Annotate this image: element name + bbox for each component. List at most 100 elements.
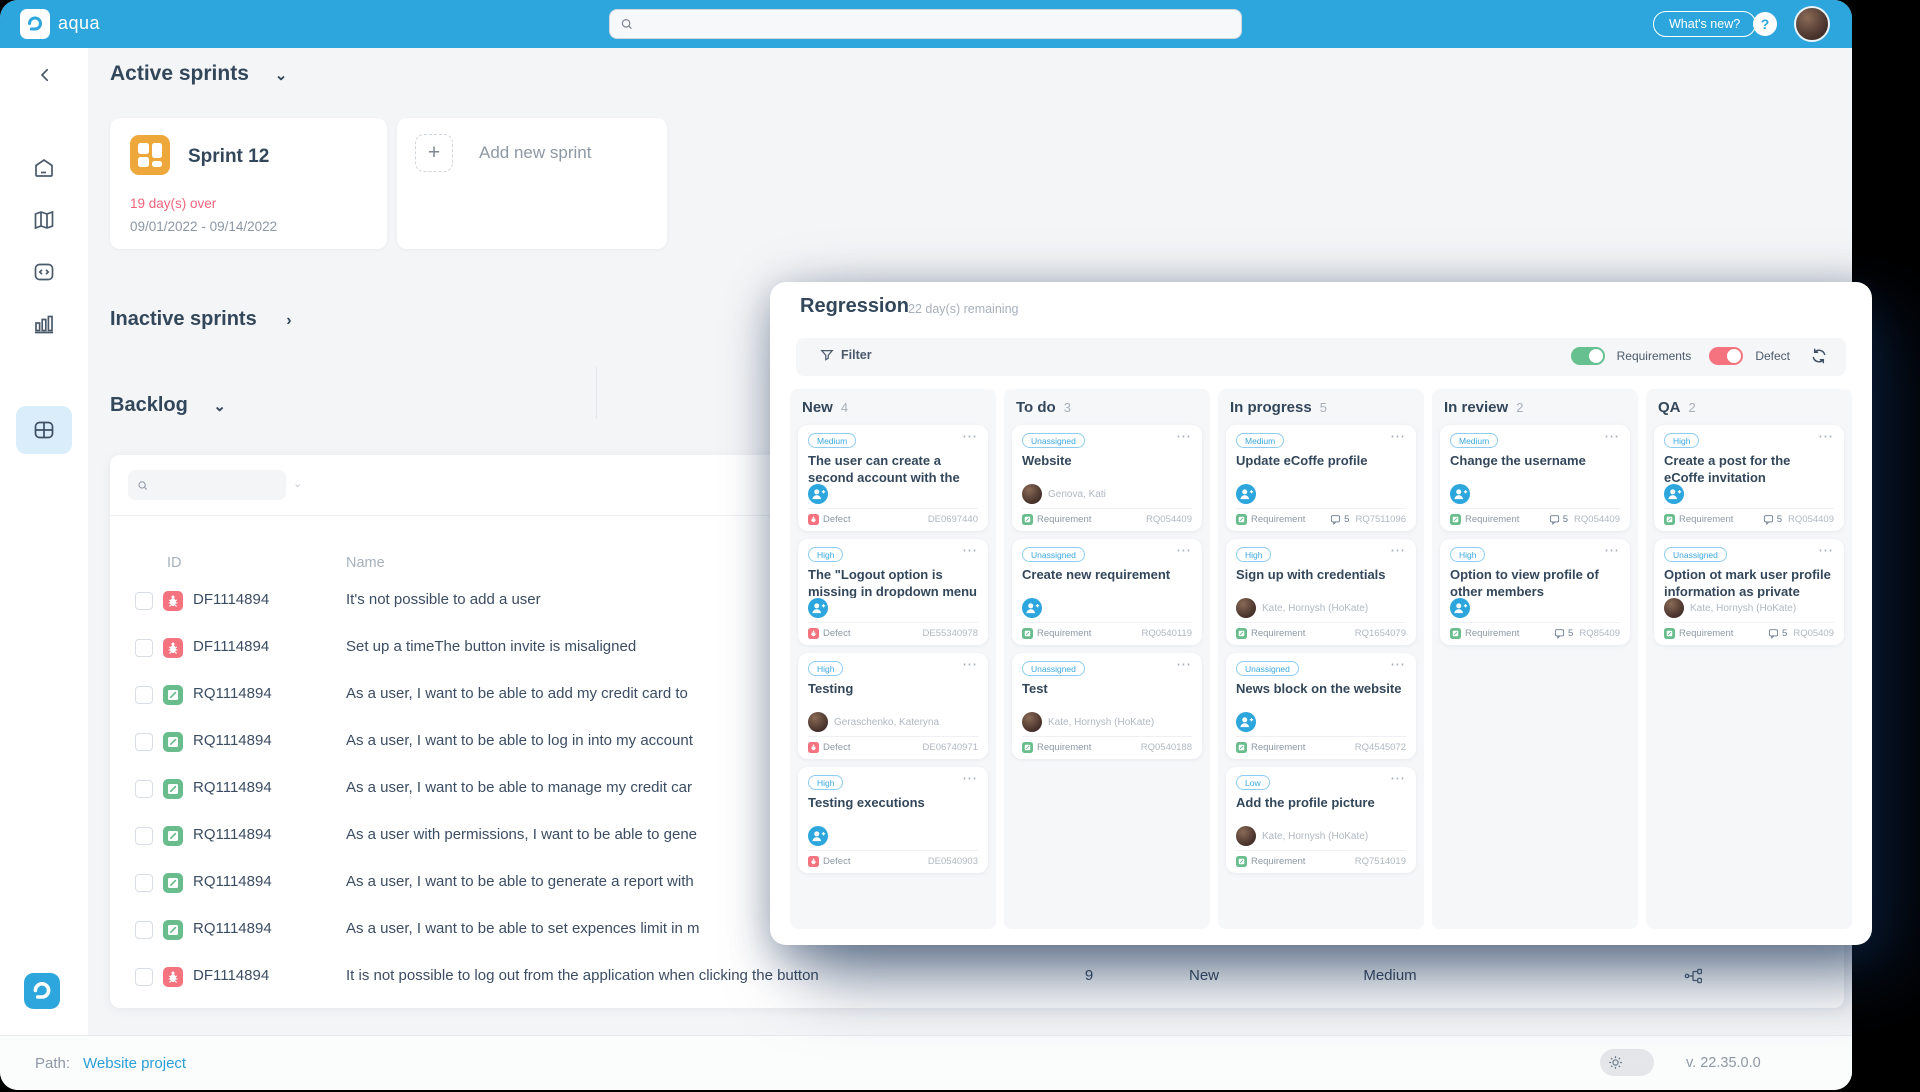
card-assignee: Geraschenko, Kateryna	[808, 712, 978, 732]
card-menu-icon[interactable]: ⋯	[962, 655, 978, 673]
kanban-card[interactable]: High ⋯ The "Logout option is missing in …	[798, 539, 988, 645]
card-id: DE55340978	[923, 628, 978, 639]
assign-user-icon[interactable]	[1664, 484, 1684, 504]
kanban-card[interactable]: High ⋯ Sign up with credentials Kate, Ho…	[1226, 539, 1416, 645]
collapse-sidebar-icon[interactable]	[36, 66, 54, 84]
backlog-search-input[interactable]	[154, 478, 277, 492]
global-search-input[interactable]	[642, 17, 1232, 32]
kanban-card[interactable]: Unassigned ⋯ Create new requirement Requ…	[1012, 539, 1202, 645]
code-icon[interactable]	[32, 260, 56, 284]
kanban-card[interactable]: Medium ⋯ Update eCoffe profile Requireme…	[1226, 425, 1416, 531]
kanban-card[interactable]: High ⋯ Option to view profile of other m…	[1440, 539, 1630, 645]
card-menu-icon[interactable]: ⋯	[1604, 427, 1620, 445]
add-new-sprint-button[interactable]: + Add new sprint	[397, 118, 667, 249]
card-menu-icon[interactable]: ⋯	[1390, 541, 1406, 559]
row-checkbox[interactable]	[135, 780, 153, 798]
assign-user-icon[interactable]	[808, 826, 828, 846]
kanban-card[interactable]: High ⋯ Testing Geraschenko, Kateryna Def…	[798, 653, 988, 759]
card-footer: Requirement RQ4545072	[1236, 736, 1406, 753]
column-name: QA	[1658, 399, 1681, 416]
card-id: DE0697440	[928, 514, 978, 525]
assign-user-icon[interactable]	[808, 598, 828, 618]
assign-user-icon[interactable]	[808, 484, 828, 504]
plus-icon: +	[415, 134, 453, 172]
assign-user-icon[interactable]	[1236, 484, 1256, 504]
sprint-card[interactable]: Sprint 12 19 day(s) over 09/01/2022 - 09…	[110, 118, 387, 249]
card-menu-icon[interactable]: ⋯	[1390, 769, 1406, 787]
card-footer: Defect DE06740971	[808, 736, 978, 753]
comment-icon	[1330, 514, 1341, 525]
help-button[interactable]: ?	[1753, 12, 1777, 36]
hierarchy-icon[interactable]	[1683, 966, 1703, 986]
kanban-card[interactable]: High ⋯ Testing executions Defect DE05409…	[798, 767, 988, 873]
backlog-search[interactable]	[128, 470, 286, 500]
filter-button[interactable]: Filter	[820, 348, 872, 362]
row-checkbox[interactable]	[135, 827, 153, 845]
kanban-card[interactable]: Unassigned ⋯ News block on the website R…	[1226, 653, 1416, 759]
column-name: In progress	[1230, 399, 1312, 416]
card-menu-icon[interactable]: ⋯	[1390, 655, 1406, 673]
brand-name: aqua	[58, 13, 100, 34]
reports-icon[interactable]	[32, 312, 56, 336]
table-row[interactable]: DF1114894 It is not possible to log out …	[110, 954, 1844, 1001]
aqua-logo-icon[interactable]	[20, 9, 50, 39]
defect-icon	[808, 514, 819, 525]
column-cards: High ⋯ Create a post for the eCoffe invi…	[1654, 425, 1844, 645]
row-checkbox[interactable]	[135, 639, 153, 657]
card-menu-icon[interactable]: ⋯	[962, 769, 978, 787]
chevron-down-icon[interactable]: ⌄	[293, 477, 302, 490]
row-checkbox[interactable]	[135, 874, 153, 892]
card-menu-icon[interactable]: ⋯	[1818, 541, 1834, 559]
map-icon[interactable]	[32, 208, 56, 232]
sidebar-item-board-active[interactable]	[16, 406, 72, 454]
row-checkbox[interactable]	[135, 733, 153, 751]
card-assignee	[808, 826, 978, 846]
card-menu-icon[interactable]: ⋯	[962, 427, 978, 445]
path-link[interactable]: Website project	[83, 1055, 186, 1072]
chevron-down-icon[interactable]: ⌄	[275, 67, 288, 84]
card-menu-icon[interactable]: ⋯	[1390, 427, 1406, 445]
kanban-card[interactable]: Unassigned ⋯ Website Genova, Kati Requir…	[1012, 425, 1202, 531]
card-menu-icon[interactable]: ⋯	[1604, 541, 1620, 559]
kanban-card[interactable]: Unassigned ⋯ Test Kate, Hornysh (HoKate)…	[1012, 653, 1202, 759]
card-menu-icon[interactable]: ⋯	[1176, 541, 1192, 559]
row-checkbox[interactable]	[135, 921, 153, 939]
assign-user-icon[interactable]	[1450, 484, 1470, 504]
priority-badge: High	[808, 547, 843, 562]
kanban-card[interactable]: Medium ⋯ The user can create a second ac…	[798, 425, 988, 531]
card-menu-icon[interactable]: ⋯	[1176, 655, 1192, 673]
global-search[interactable]	[609, 9, 1242, 39]
card-type-label: Requirement	[1037, 742, 1091, 753]
assign-user-icon[interactable]	[1450, 598, 1470, 618]
row-checkbox[interactable]	[135, 686, 153, 704]
card-assignee: Kate, Hornysh (HoKate)	[1022, 712, 1192, 732]
defect-toggle[interactable]	[1709, 347, 1743, 365]
requirement-icon	[1236, 514, 1247, 525]
refresh-icon[interactable]	[1810, 347, 1828, 365]
defect-icon	[808, 628, 819, 639]
card-footer: Defect DE0697440	[808, 508, 978, 525]
kanban-card[interactable]: High ⋯ Create a post for the eCoffe invi…	[1654, 425, 1844, 531]
board-grid-icon	[32, 418, 56, 442]
kanban-column: New4 Medium ⋯ The user can create a seco…	[790, 389, 996, 929]
row-checkbox[interactable]	[135, 592, 153, 610]
home-icon[interactable]	[32, 156, 56, 180]
kanban-card[interactable]: Medium ⋯ Change the username Requirement…	[1440, 425, 1630, 531]
user-avatar[interactable]	[1794, 6, 1830, 42]
whats-new-button[interactable]: What's new?	[1653, 11, 1756, 37]
requirements-toggle[interactable]	[1571, 347, 1605, 365]
comment-icon	[1549, 514, 1560, 525]
assign-user-icon[interactable]	[1236, 712, 1256, 732]
kanban-card[interactable]: Unassigned ⋯ Option ot mark user profile…	[1654, 539, 1844, 645]
card-menu-icon[interactable]: ⋯	[962, 541, 978, 559]
card-menu-icon[interactable]: ⋯	[1818, 427, 1834, 445]
backlog-title[interactable]: Backlog ⌄	[110, 394, 226, 417]
inactive-sprints-title[interactable]: Inactive sprints ›	[110, 308, 292, 331]
row-checkbox[interactable]	[135, 968, 153, 986]
column-cards: Medium ⋯ Update eCoffe profile Requireme…	[1226, 425, 1416, 873]
comment-count: 5	[1344, 514, 1349, 525]
settings-button[interactable]	[1600, 1049, 1654, 1076]
card-menu-icon[interactable]: ⋯	[1176, 427, 1192, 445]
kanban-card[interactable]: Low ⋯ Add the profile picture Kate, Horn…	[1226, 767, 1416, 873]
assign-user-icon[interactable]	[1022, 598, 1042, 618]
